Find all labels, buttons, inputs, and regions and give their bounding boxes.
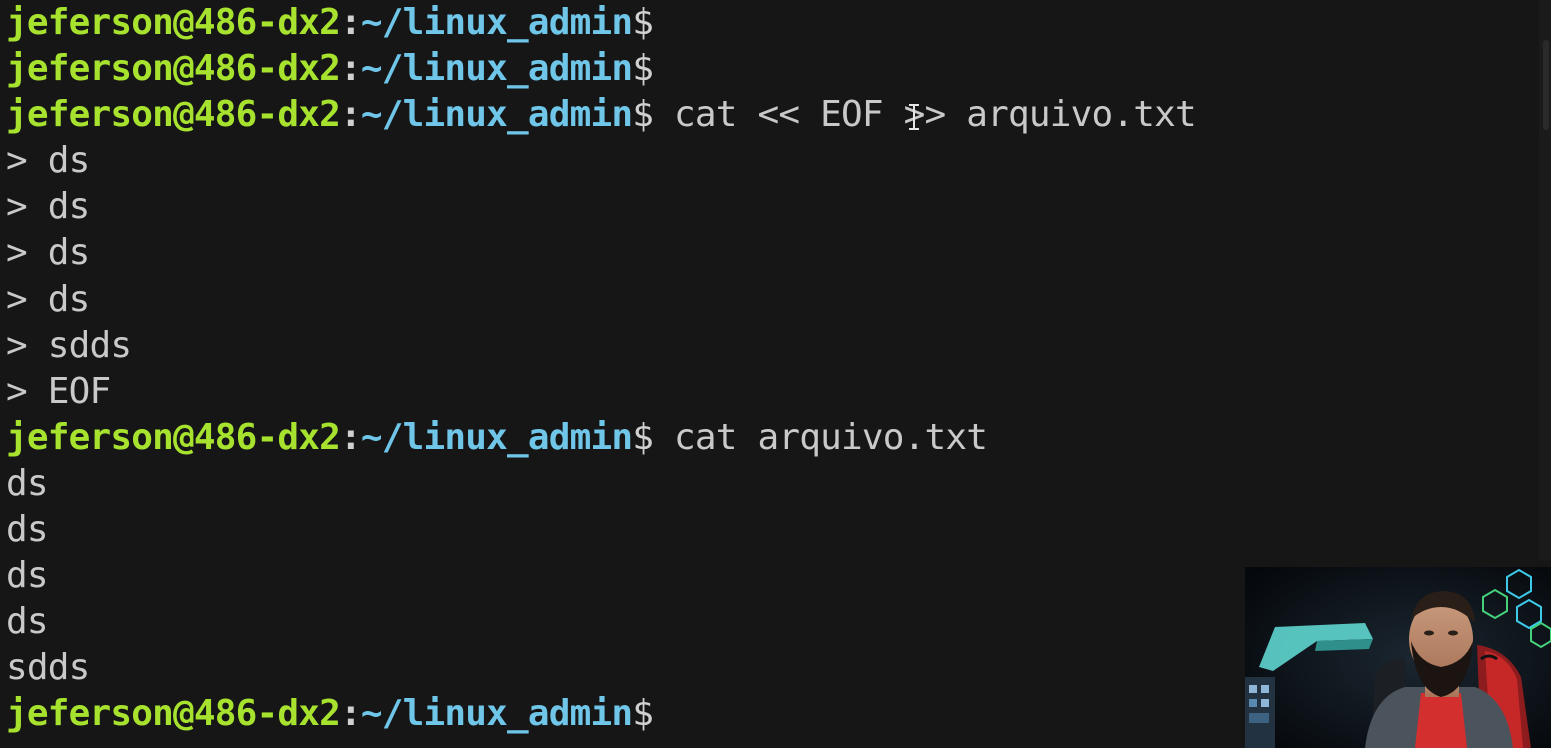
prompt-path: ~/linux_admin	[360, 48, 633, 90]
prompt-symbol: $	[632, 2, 654, 43]
prompt-path: ~/linux_admin	[360, 94, 633, 136]
webcam-overlay	[1245, 567, 1551, 748]
prompt-line: jeferson@486-dx2:~/linux_admin$ cat arqu…	[6, 415, 1196, 461]
output-line: > EOF	[6, 370, 111, 412]
prompt-user-host: jeferson@486-dx2	[6, 693, 341, 735]
prompt-colon: :	[339, 416, 362, 458]
prompt-user-host: jeferson@486-dx2	[6, 416, 341, 458]
output-line: > ds	[6, 186, 90, 228]
output-line: ds	[6, 462, 49, 504]
output-line: > sdds	[6, 324, 132, 366]
output-line: ds	[6, 509, 49, 551]
scrollbar-thumb[interactable]	[1543, 40, 1549, 130]
output-line: > ds	[6, 278, 90, 320]
prompt-line: jeferson@486-dx2:~/linux_admin$ cat << E…	[6, 92, 1197, 138]
prompt-symbol: $	[632, 48, 654, 90]
output-line: > ds	[6, 232, 90, 274]
terminal-output: jeferson@486-dx2:~/linux_admin$ jeferson…	[6, 0, 1197, 738]
prompt-user-host: jeferson@486-dx2	[6, 48, 341, 90]
mouse-text-cursor-icon	[908, 104, 920, 130]
prompt-line: jeferson@486-dx2:~/linux_admin$	[6, 691, 1196, 737]
prompt-colon: :	[339, 2, 362, 43]
terminal-window[interactable]: jeferson@486-dx2:~/linux_admin$ jeferson…	[0, 0, 1551, 748]
prompt-user-host: jeferson@486-dx2	[6, 94, 341, 136]
prompt-colon: :	[339, 693, 362, 735]
output-line: ds	[6, 601, 49, 643]
prompt-path: ~/linux_admin	[360, 2, 633, 43]
prompt-path: ~/linux_admin	[360, 693, 633, 735]
command-text: cat arquivo.txt	[653, 416, 988, 458]
scrollbar[interactable]	[1539, 0, 1551, 560]
prompt-symbol: $	[632, 693, 654, 735]
output-line: > ds	[6, 140, 90, 182]
prompt-user-host: jeferson@486-dx2	[6, 2, 341, 43]
prompt-colon: :	[339, 48, 362, 90]
prompt-symbol: $	[632, 94, 654, 136]
prompt-path: ~/linux_admin	[360, 416, 633, 458]
prompt-colon: :	[339, 94, 362, 136]
prompt-symbol: $	[632, 416, 654, 458]
prompt-line: jeferson@486-dx2:~/linux_admin$	[6, 0, 1196, 46]
output-line: sdds	[6, 647, 90, 689]
webcam-presenter-image	[1245, 567, 1551, 748]
command-text: cat << EOF >> arquivo.txt	[653, 94, 1197, 136]
output-line: ds	[6, 555, 49, 597]
prompt-line: jeferson@486-dx2:~/linux_admin$	[6, 46, 1196, 92]
